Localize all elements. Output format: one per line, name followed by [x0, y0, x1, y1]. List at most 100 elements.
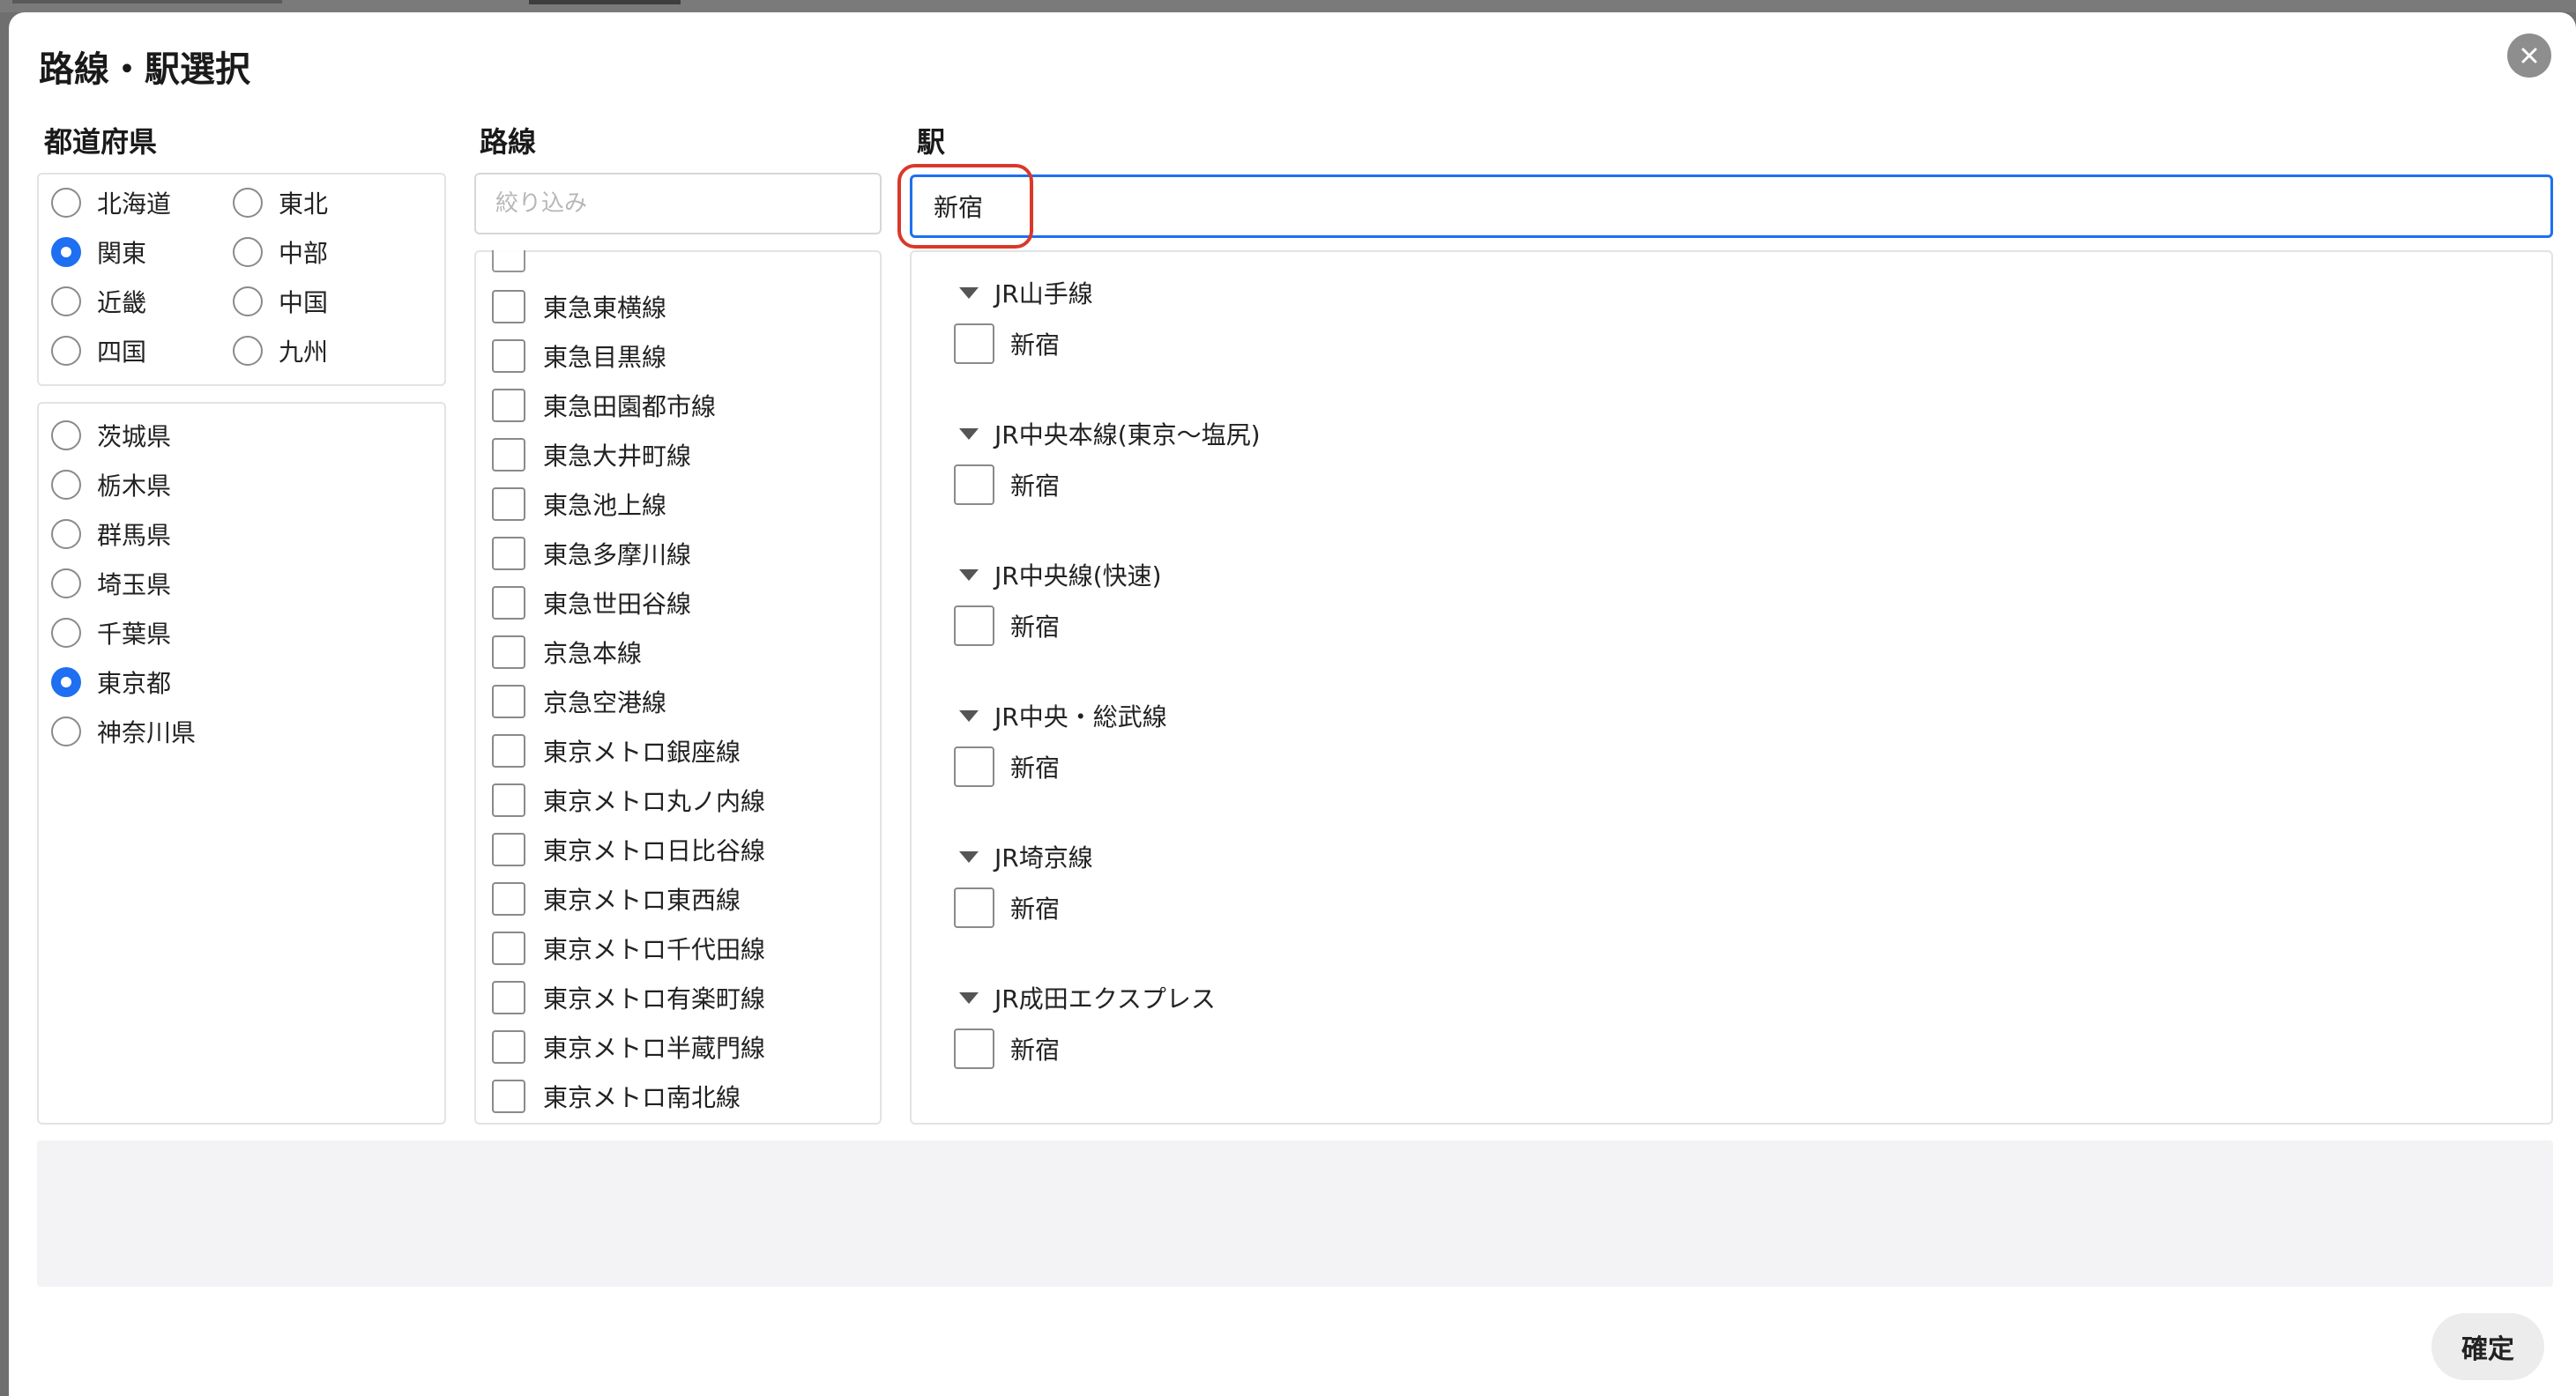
line-item[interactable]: 東京メトロ日比谷線 [492, 828, 765, 871]
line-item[interactable]: 東急池上線 [492, 483, 666, 525]
prefecture-option[interactable]: 茨城県 [51, 414, 171, 457]
line-item[interactable]: 京急空港線 [492, 680, 666, 723]
radio-button[interactable] [51, 237, 81, 267]
line-checkbox[interactable] [492, 685, 525, 718]
station-group-line: JR中央本線(東京〜塩尻) [994, 420, 1261, 449]
region-label: 九州 [279, 338, 329, 367]
station-option[interactable]: 新宿 [954, 744, 1060, 790]
region-option[interactable]: 関東 [51, 231, 146, 273]
region-option[interactable]: 東北 [233, 182, 328, 224]
radio-button[interactable] [51, 717, 81, 746]
line-checkbox[interactable] [492, 981, 525, 1014]
line-item[interactable]: 東急世田谷線 [492, 582, 691, 624]
line-checkbox[interactable] [492, 783, 525, 817]
line-label: 東京メトロ千代田線 [543, 935, 766, 964]
region-label: 中部 [279, 239, 329, 268]
line-label: 東京メトロ日比谷線 [543, 836, 766, 865]
station-option[interactable]: 新宿 [954, 462, 1060, 508]
station-checkbox[interactable] [954, 464, 994, 505]
station-option[interactable]: 新宿 [954, 603, 1060, 649]
prefecture-option[interactable]: 群馬県 [51, 513, 171, 555]
caret-down-icon [959, 709, 979, 722]
line-checkbox[interactable] [492, 635, 525, 669]
station-checkbox[interactable] [954, 1028, 994, 1069]
highlight-annotation [897, 164, 1033, 249]
line-checkbox[interactable] [492, 389, 525, 422]
station-label: 新宿 [1010, 613, 1061, 642]
line-checkbox[interactable] [492, 932, 525, 965]
station-label: 新宿 [1010, 472, 1061, 501]
radio-button[interactable] [51, 286, 81, 316]
line-checkbox[interactable] [492, 537, 525, 570]
station-checkbox[interactable] [954, 323, 994, 364]
radio-button[interactable] [233, 336, 263, 366]
line-item[interactable]: 東京メトロ銀座線 [492, 730, 741, 772]
line-item[interactable]: 東京メトロ丸ノ内線 [492, 779, 765, 821]
line-item[interactable]: 東京メトロ千代田線 [492, 927, 765, 969]
station-checkbox[interactable] [954, 746, 994, 787]
station-group-header[interactable]: JR成田エクスプレス [959, 976, 1216, 1019]
line-item[interactable]: 東京メトロ半蔵門線 [492, 1026, 765, 1068]
line-item[interactable]: 東京メトロ有楽町線 [492, 976, 765, 1019]
region-option[interactable]: 北海道 [51, 182, 171, 224]
radio-button[interactable] [51, 420, 81, 450]
line-filter-input[interactable] [474, 173, 882, 234]
radio-button[interactable] [51, 188, 81, 218]
line-item[interactable]: 東急大井町線 [492, 434, 691, 476]
radio-button[interactable] [51, 470, 81, 500]
prefecture-option[interactable]: 埼玉県 [51, 562, 171, 605]
radio-button[interactable] [233, 188, 263, 218]
line-item[interactable]: 東急田園都市線 [492, 384, 716, 427]
line-checkbox[interactable] [492, 833, 525, 866]
prefecture-label: 茨城県 [97, 422, 172, 451]
region-option[interactable]: 近畿 [51, 280, 146, 323]
region-option[interactable]: 四国 [51, 330, 146, 372]
line-list[interactable]: 東急東横線東急目黒線東急田園都市線 東急大井町線 東急池上線東急多摩川線 東急世田谷線… [474, 250, 882, 1125]
line-checkbox[interactable] [492, 1030, 525, 1064]
radio-button[interactable] [233, 237, 263, 267]
radio-button[interactable] [51, 336, 81, 366]
line-item[interactable]: 東京メトロ南北線 [492, 1075, 741, 1118]
station-group-header[interactable]: JR中央線(快速) [959, 553, 1162, 596]
prefecture-option[interactable]: 栃木県 [51, 464, 171, 506]
caret-down-icon [959, 850, 979, 863]
line-checkbox[interactable] [492, 734, 525, 768]
line-item[interactable]: 東急多摩川線 [492, 532, 691, 575]
line-checkbox[interactable] [492, 339, 525, 373]
line-item[interactable]: 東急目黒線 [492, 335, 666, 377]
line-checkbox[interactable] [492, 487, 525, 521]
station-search-input[interactable] [910, 174, 2553, 238]
line-checkbox[interactable] [492, 438, 525, 472]
station-group-header[interactable]: JR中央・総武線 [959, 694, 1167, 737]
confirm-button[interactable]: 確定 [2431, 1313, 2544, 1380]
station-option[interactable]: 新宿 [954, 321, 1060, 367]
prefecture-option[interactable]: 神奈川県 [51, 710, 196, 753]
radio-button[interactable] [233, 286, 263, 316]
radio-button[interactable] [51, 568, 81, 598]
close-button[interactable] [2507, 33, 2551, 78]
line-checkbox[interactable] [492, 586, 525, 620]
station-option[interactable]: 新宿 [954, 1026, 1060, 1072]
station-group-line: JR埼京線 [994, 843, 1093, 872]
line-item[interactable]: 東京メトロ東西線 [492, 878, 741, 920]
prefecture-option[interactable]: 千葉県 [51, 612, 171, 654]
line-item[interactable]: 東急東横線 [492, 286, 666, 328]
station-group-header[interactable]: JR埼京線 [959, 835, 1093, 878]
radio-button[interactable] [51, 618, 81, 648]
station-group-header[interactable]: JR中央本線(東京〜塩尻) [959, 412, 1261, 455]
radio-button[interactable] [51, 519, 81, 549]
prefecture-option[interactable]: 東京都 [51, 661, 171, 703]
line-checkbox[interactable] [492, 882, 525, 916]
station-group-header[interactable]: JR山手線 [959, 271, 1093, 314]
station-checkbox[interactable] [954, 605, 994, 646]
region-option[interactable]: 中国 [233, 280, 328, 323]
station-option[interactable]: 新宿 [954, 885, 1060, 931]
region-label: 関東 [97, 239, 147, 268]
line-item[interactable]: 京急本線 [492, 631, 642, 673]
radio-button[interactable] [51, 667, 81, 697]
line-checkbox[interactable] [492, 1080, 525, 1113]
station-checkbox[interactable] [954, 887, 994, 928]
region-option[interactable]: 九州 [233, 330, 328, 372]
region-option[interactable]: 中部 [233, 231, 328, 273]
line-checkbox[interactable] [492, 290, 525, 323]
